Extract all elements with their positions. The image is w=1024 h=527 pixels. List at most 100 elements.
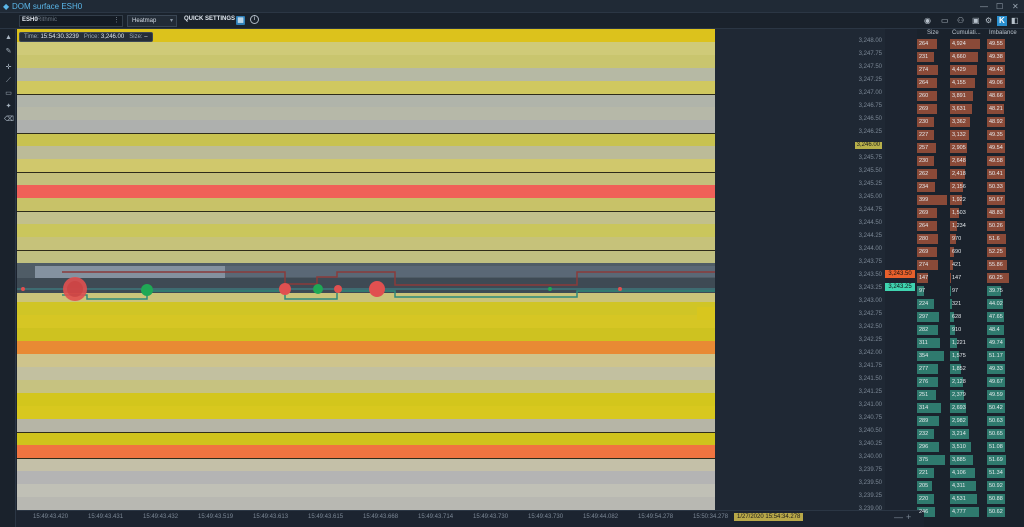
link-icon[interactable]: ⚇ [957,16,964,26]
ladder-row[interactable]: 280 970 51.6 [917,233,1024,244]
cell-value: 1,234 [952,223,966,229]
ladder-row[interactable]: 274 421 55.86 [917,259,1024,270]
cell-value: 262 [919,171,929,177]
ladder-row[interactable]: 277 1,852 49.33 [917,363,1024,374]
ladder-row[interactable]: 246 4,777 50.62 [917,506,1024,517]
ladder-row[interactable]: 262 2,418 50.41 [917,168,1024,179]
tooltip-price: 3,246.00 [100,34,125,40]
cumulative-cell: 1,852 [950,364,980,374]
ladder-row[interactable]: 264 1,234 50.26 [917,220,1024,231]
ladder-row[interactable]: 297 628 47.65 [917,311,1024,322]
ladder-row[interactable]: 269 3,631 48.21 [917,103,1024,114]
sell-bubble [618,287,622,291]
k-icon[interactable]: K [997,16,1007,26]
ladder-row[interactable]: 264 4,924 49.55 [917,38,1024,49]
ladder-row[interactable]: 269 1,503 48.83 [917,207,1024,218]
ladder-row[interactable]: 296 3,510 51.08 [917,441,1024,452]
ladder-row[interactable]: 232 3,214 50.65 [917,428,1024,439]
cell-value: 277 [919,366,929,372]
symbol-selector[interactable]: ESH0 Rithmic ⋮ [19,15,123,27]
pencil-icon[interactable]: ✎ [4,47,13,56]
settings-icon[interactable]: ⚙ [985,16,992,26]
zoom-in-button[interactable]: + [906,512,911,522]
line-icon[interactable]: ⟋ [4,76,13,85]
minimize-button[interactable]: — [980,1,988,12]
price-label: 3,239.25 [858,493,882,499]
cell-value: 321 [952,301,962,307]
ladder-row[interactable]: 234 2,156 50.33 [917,181,1024,192]
panel-icon[interactable]: ◧ [1011,16,1019,26]
cell-value: 2,418 [952,171,966,177]
cumulative-cell: 2,156 [950,182,980,192]
ladder-row[interactable]: 274 4,429 49.43 [917,64,1024,75]
ladder-row[interactable]: 251 2,379 49.59 [917,389,1024,400]
ladder-row[interactable]: 375 3,885 51.69 [917,454,1024,465]
ladder-row[interactable]: 282 910 48.4 [917,324,1024,335]
price-label: 3,244.00 [858,246,882,252]
sell-bubble [334,285,342,293]
ladder-row[interactable]: 269 690 52.25 [917,246,1024,257]
price-axis[interactable]: 3,248.00 3,247.75 3,247.50 3,247.25 3,247.00… [715,29,885,512]
crosshair-icon[interactable]: ✛ [4,63,13,72]
view-mode-dropdown[interactable]: Heatmap ▾ [127,15,177,27]
cumulative-cell: 3,214 [950,429,980,439]
imbalance-cell: 50.88 [987,494,1023,504]
time-axis[interactable]: 15:49:43.420 15:49:43.431 15:49:43.432 15:4… [17,510,924,527]
cumulative-cell: 628 [950,312,980,322]
grid-icon[interactable]: ▦ [236,16,245,25]
ladder-row[interactable]: 97 97 39.75 [917,285,1024,296]
ladder-row[interactable]: 221 4,106 51.34 [917,467,1024,478]
trash-icon[interactable]: ⌫ [4,115,14,124]
quick-settings-button[interactable]: QUICK SETTINGS [184,16,235,22]
chevron-down-icon: ▾ [169,18,173,24]
size-cell: 354 [917,351,947,361]
imbalance-cell: 55.86 [987,260,1023,270]
imbalance-header[interactable]: Imbalance [989,30,1017,36]
ladder-row[interactable]: 311 1,221 49.74 [917,337,1024,348]
wand-icon[interactable]: ✦ [4,102,13,111]
ladder-row[interactable]: 230 3,362 48.92 [917,116,1024,127]
layout-icon[interactable]: ▭ [941,16,949,26]
ladder-row[interactable]: 230 2,648 49.58 [917,155,1024,166]
ladder-row[interactable]: 314 2,693 50.42 [917,402,1024,413]
ladder-row[interactable]: 231 4,660 49.38 [917,51,1024,62]
camera-icon[interactable]: ▣ [972,16,980,26]
ladder-row[interactable]: 147 147 60.25 [917,272,1024,283]
chat-icon[interactable]: ◉ [924,16,931,26]
imbalance-cell: 48.92 [987,117,1023,127]
imbalance-cell: 48.4 [987,325,1023,335]
info-icon[interactable]: i [250,15,259,24]
ladder-row[interactable]: 354 1,575 51.17 [917,350,1024,361]
cumulative-header[interactable]: Cumulati... [952,30,981,36]
size-header[interactable]: Size [927,30,939,36]
ladder-row[interactable]: 289 2,982 50.63 [917,415,1024,426]
ladder-row[interactable]: 224 321 44.02 [917,298,1024,309]
heatmap-canvas[interactable]: Time: 15:54:30.3239 Price: 3,246.00 Size… [17,29,715,510]
imbalance-cell: 50.41 [987,169,1023,179]
ladder-row[interactable]: 264 4,155 49.06 [917,77,1024,88]
ladder-row[interactable]: 227 3,132 49.35 [917,129,1024,140]
zoom-out-button[interactable]: — [894,512,903,522]
kebab-menu-icon[interactable]: ⋮ [113,16,120,24]
cell-value: 628 [952,314,962,320]
cumulative-cell: 3,631 [950,104,980,114]
ladder-row[interactable]: 205 4,311 50.92 [917,480,1024,491]
cumulative-cell: 4,106 [950,468,980,478]
ladder-row[interactable]: 257 2,905 49.54 [917,142,1024,153]
ladder-row[interactable]: 276 2,128 49.67 [917,376,1024,387]
maximize-button[interactable]: ☐ [996,1,1003,12]
ladder-row[interactable]: 260 3,891 48.66 [917,90,1024,101]
price-label: 3,242.75 [858,311,882,317]
cumulative-cell: 3,510 [950,442,980,452]
rect-icon[interactable]: ▭ [4,89,13,98]
close-button[interactable]: ✕ [1012,1,1019,12]
cell-value: 276 [919,379,929,385]
cumulative-cell: 4,531 [950,494,980,504]
bell-icon[interactable]: ▲ [4,33,13,42]
cumulative-cell: 4,777 [950,507,980,517]
cumulative-cell: 4,924 [950,39,980,49]
cell-value: 4,429 [952,67,966,73]
ladder-row[interactable]: 220 4,531 50.88 [917,493,1024,504]
ladder-row[interactable]: 399 1,922 50.67 [917,194,1024,205]
cell-value: 51.69 [989,457,1003,463]
